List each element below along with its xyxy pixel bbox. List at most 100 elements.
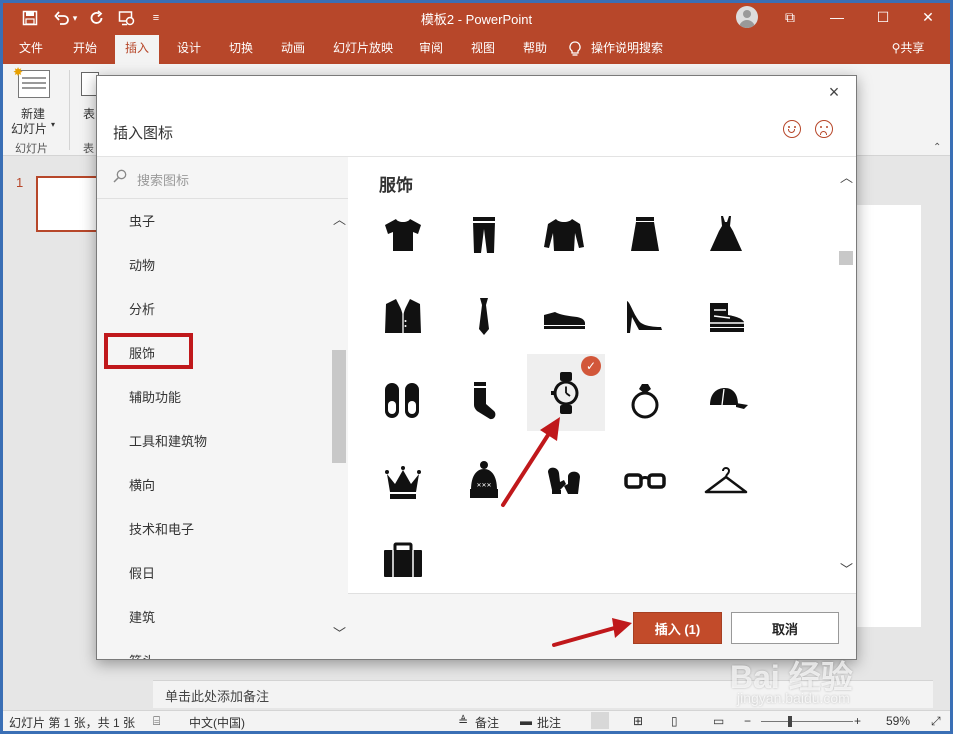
reading-view-icon[interactable]: ▯ [671,714,678,728]
new-slide-dropdown-icon[interactable]: ▾ [51,120,55,129]
share-label: 共享 [900,41,925,55]
smile-feedback-icon[interactable] [783,120,801,138]
tab-file[interactable]: 文件 [11,32,51,64]
tab-insert[interactable]: 插入 [115,35,159,64]
maximize-button[interactable]: ☐ [868,7,898,27]
avatar[interactable] [736,6,758,28]
scrollbar-thumb[interactable] [839,251,853,265]
share-button[interactable]: ⚲共享 [883,32,933,64]
notes-toggle-icon[interactable]: ≜ [458,714,468,728]
category-landscape[interactable]: 横向 [129,475,155,494]
tab-home[interactable]: 开始 [63,32,107,64]
cap-icon[interactable] [700,375,752,427]
frown-feedback-icon[interactable] [815,120,833,138]
ring-icon[interactable] [619,375,671,427]
glasses-icon[interactable] [619,456,671,508]
tab-review[interactable]: 审阅 [409,32,453,64]
category-accessibility[interactable]: 辅助功能 [129,387,181,406]
sock-icon[interactable] [458,375,510,427]
ribbon-tabs: 文件 开始 插入 设计 切换 动画 幻灯片放映 审阅 视图 帮助 操作说明搜索 … [3,32,950,64]
insert-icons-dialog: × 插入图标 搜索图标 虫子 动物 分析 服饰 辅助功能 工具和建筑物 横向 技… [96,75,857,660]
table-label[interactable]: 表 [83,105,95,122]
collapse-ribbon-icon[interactable]: ⌃ [933,142,941,153]
category-holidays[interactable]: 假日 [129,563,155,582]
spellcheck-icon[interactable]: ⌸ [153,714,160,729]
category-bugs[interactable]: 虫子 [129,211,155,230]
zoom-level[interactable]: 59% [886,714,910,728]
category-arrows[interactable]: 箭头 [129,651,155,659]
crown-icon[interactable] [377,456,429,508]
chevron-up-icon[interactable]: ︿ [840,167,853,186]
jeans-icon[interactable] [458,209,510,261]
mittens-icon[interactable] [538,456,590,508]
category-buildings[interactable]: 建筑 [129,607,155,626]
search-bar[interactable]: 搜索图标 [97,157,348,199]
normal-view-icon[interactable] [591,712,609,729]
tell-me-search[interactable]: 操作说明搜索 [591,32,681,64]
language-indicator[interactable]: 中文(中国) [189,714,245,731]
beanie-icon[interactable]: ✕✕✕ [458,456,510,508]
tab-view[interactable]: 视图 [461,32,505,64]
category-technology[interactable]: 技术和电子 [129,519,194,538]
new-slide-icon[interactable]: ✸ [13,65,50,98]
slideshow-view-icon[interactable]: ▭ [713,714,724,728]
slide-info: 幻灯片 第 1 张，共 1 张 [9,716,136,730]
tab-transitions[interactable]: 切换 [219,32,263,64]
zoom-slider[interactable] [761,721,853,722]
zoom-in-icon[interactable]: + [854,714,861,728]
slippers-icon[interactable] [377,375,429,427]
editor-scrollbar[interactable] [933,157,950,710]
lightbulb-icon [567,32,583,64]
slides-group-label: 幻灯片 [15,143,48,155]
search-input[interactable]: 搜索图标 [137,170,189,189]
sorter-view-icon[interactable]: ⊞ [633,714,643,728]
section-title: 服饰 [379,176,413,195]
cancel-button[interactable]: 取消 [731,612,839,644]
necktie-icon[interactable] [458,291,510,343]
category-tools-buildings[interactable]: 工具和建筑物 [129,431,207,450]
tab-help[interactable]: 帮助 [513,32,557,64]
chevron-down-icon[interactable]: ﹀ [840,559,853,578]
sweater-icon[interactable] [538,209,590,261]
notes-toggle-label[interactable]: 备注 [475,714,499,731]
dress-icon[interactable] [700,209,752,261]
title-bar: ▾ ≡ 模板2 - PowerPoint ⧉ — ☐ ✕ [3,3,950,32]
wristwatch-icon[interactable]: ✓ [527,354,605,431]
category-analytics[interactable]: 分析 [129,299,155,318]
close-button[interactable]: ✕ [913,7,943,27]
high-heel-icon[interactable] [619,291,671,343]
tables-group-label: 表 [83,143,94,155]
search-icon [113,169,127,183]
dialog-button-bar: 插入 (1) 取消 [348,593,856,659]
dress-shoe-icon[interactable] [538,291,590,343]
new-slide-label-2[interactable]: 幻灯片 [11,120,47,137]
slide-canvas[interactable] [855,205,921,627]
hanger-icon[interactable] [700,456,752,508]
scrollbar-thumb[interactable] [332,350,346,463]
tab-animations[interactable]: 动画 [271,32,315,64]
fit-to-window-icon[interactable]: ⤢ [931,714,941,729]
insert-button[interactable]: 插入 (1) [633,612,722,644]
comments-label[interactable]: 批注 [537,714,561,731]
chevron-up-icon[interactable]: ︿ [333,209,346,228]
skirt-icon[interactable] [619,209,671,261]
dialog-close-button[interactable]: × [824,82,844,102]
category-scrollbar[interactable]: ︿ ﹀ [330,199,348,659]
briefcase-icon[interactable] [377,535,429,587]
boot-icon[interactable] [700,291,752,343]
zoom-out-icon[interactable]: − [744,714,751,728]
ribbon-display-icon[interactable]: ⧉ [775,7,805,27]
tab-design[interactable]: 设计 [167,32,211,64]
minimize-button[interactable]: — [822,7,852,27]
comments-icon[interactable]: ▬ [520,714,532,728]
slide-thumbnail[interactable] [36,176,102,232]
zoom-slider-handle[interactable] [788,716,792,727]
svg-text:✕✕✕: ✕✕✕ [476,482,491,489]
tab-slideshow[interactable]: 幻灯片放映 [323,32,403,64]
t-shirt-icon[interactable] [377,209,429,261]
icon-grid-scrollbar[interactable]: ︿ ﹀ [837,157,856,593]
suit-jacket-icon[interactable] [377,291,429,343]
icon-grid-pane: 服饰 ✓ ✕✕✕ ︿ ﹀ [348,157,856,593]
chevron-down-icon[interactable]: ﹀ [333,623,346,642]
category-animals[interactable]: 动物 [129,255,155,274]
